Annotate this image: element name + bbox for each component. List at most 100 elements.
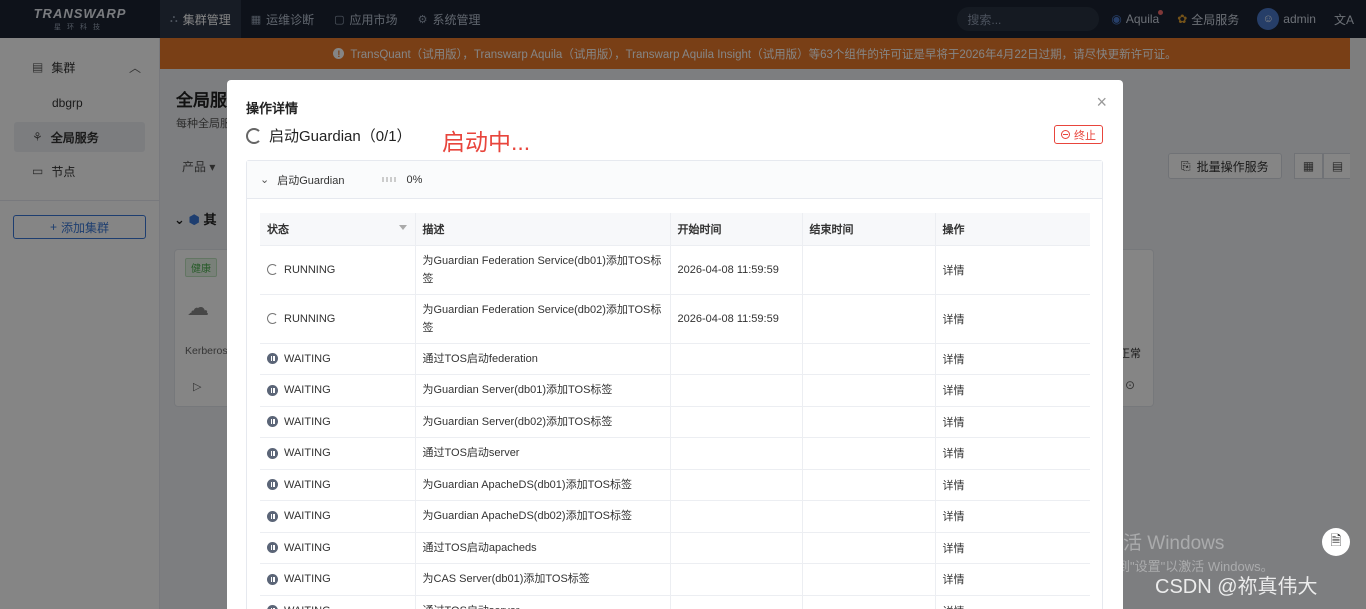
waiting-pause-icon: [267, 510, 278, 522]
start-time-cell: 2026-04-08 11:59:59: [670, 294, 803, 344]
table-row: RUNNING 为Guardian Federation Service(db02…: [260, 294, 1090, 344]
action-link[interactable]: 详情: [935, 437, 1090, 470]
status-content: WAITING: [267, 416, 415, 428]
operation-details-modal: 操作详情 × 启动Guardian（0/1） 启动中... 终止 ⌄ 启动Gua…: [227, 80, 1123, 609]
table-row: WAITING 为Guardian Server(db01)添加TOS标签 详情: [260, 374, 1090, 407]
stop-icon: [1061, 130, 1070, 139]
status-text: WAITING: [284, 510, 331, 522]
start-time-cell: [670, 343, 803, 375]
running-spinner-icon: [267, 313, 278, 324]
column-label: 描述: [422, 223, 445, 236]
start-time-cell: [670, 500, 803, 533]
status-cell: WAITING: [260, 469, 416, 501]
status-cell: WAITING: [260, 532, 416, 564]
start-time-cell: [670, 406, 803, 438]
status-text: WAITING: [284, 605, 331, 609]
action-link[interactable]: 详情: [935, 500, 1090, 533]
close-icon[interactable]: ×: [1096, 93, 1107, 111]
task-panel: ⌄ 启动Guardian 0% 状态 描述 开始时间 结束时间 操作 RUNNI…: [246, 160, 1103, 609]
end-time-cell: [802, 374, 936, 407]
waiting-pause-icon: [267, 573, 278, 585]
document-icon[interactable]: 🗎: [1322, 528, 1350, 556]
description-cell: 为Guardian ApacheDS(db02)添加TOS标签: [415, 500, 671, 533]
stop-label: 终止: [1074, 129, 1096, 142]
table-row: WAITING 为Guardian Server(db02)添加TOS标签 详情: [260, 406, 1090, 438]
column-label: 结束时间: [809, 223, 854, 236]
table-row: WAITING 通过TOS启动apacheds 详情: [260, 532, 1090, 564]
action-link[interactable]: 详情: [935, 595, 1090, 609]
status-content: WAITING: [267, 384, 415, 396]
table-row: WAITING 为Guardian ApacheDS(db01)添加TOS标签 详情: [260, 469, 1090, 501]
status-content: RUNNING: [267, 313, 415, 325]
task-name: 启动Guardian: [277, 174, 345, 187]
action-link[interactable]: 详情: [935, 406, 1090, 438]
end-time-cell: [802, 563, 936, 596]
end-time-cell: [802, 469, 936, 501]
waiting-pause-icon: [267, 479, 278, 490]
status-content: WAITING: [267, 605, 415, 609]
chevron-down-icon: ⌄: [260, 174, 270, 186]
end-time-cell: [802, 294, 936, 344]
status-cell: WAITING: [260, 500, 416, 533]
operation-name: 启动Guardian（0/1）: [269, 128, 412, 145]
loading-spinner-icon: [246, 127, 262, 144]
end-time-cell: [802, 343, 936, 375]
end-time-cell: [802, 245, 936, 295]
modal-title: 操作详情: [246, 101, 299, 116]
description-cell: 为Guardian Federation Service(db01)添加TOS标…: [415, 245, 671, 295]
action-link[interactable]: 详情: [935, 563, 1090, 596]
action-link[interactable]: 详情: [935, 469, 1090, 501]
status-content: WAITING: [267, 353, 415, 365]
column-action: 操作: [935, 213, 1090, 246]
action-link[interactable]: 详情: [935, 343, 1090, 375]
running-spinner-icon: [267, 264, 278, 275]
status-cell: WAITING: [260, 343, 416, 375]
column-status: 状态: [260, 213, 416, 246]
table-row: WAITING 通过TOS启动server 详情: [260, 437, 1090, 470]
operation-header: 启动Guardian（0/1）: [246, 125, 412, 146]
task-header[interactable]: ⌄ 启动Guardian 0%: [247, 161, 1102, 199]
task-progress-bar: [382, 177, 399, 182]
filter-icon[interactable]: [398, 225, 407, 230]
start-time-cell: [670, 532, 803, 564]
action-link[interactable]: 详情: [935, 532, 1090, 564]
status-cell: WAITING: [260, 406, 416, 438]
description-cell: 为Guardian ApacheDS(db01)添加TOS标签: [415, 469, 671, 501]
column-desc: 描述: [415, 213, 671, 246]
subtask-table: 状态 描述 开始时间 结束时间 操作 RUNNING 为Guardian Fede…: [260, 213, 1090, 609]
status-text: WAITING: [284, 352, 331, 365]
status-cell: WAITING: [260, 437, 416, 470]
waiting-pause-icon: [267, 605, 278, 609]
stop-button[interactable]: 终止: [1054, 125, 1103, 144]
start-time-cell: [670, 437, 803, 470]
waiting-pause-icon: [267, 447, 278, 459]
status-text: WAITING: [284, 384, 331, 396]
status-text: WAITING: [284, 573, 331, 585]
waiting-pause-icon: [267, 416, 278, 427]
action-link[interactable]: 详情: [935, 245, 1090, 295]
column-end: 结束时间: [802, 213, 936, 246]
status-text: RUNNING: [284, 263, 336, 276]
status-cell: RUNNING: [260, 294, 416, 344]
status-content: WAITING: [267, 573, 415, 585]
column-label: 状态: [267, 223, 289, 236]
description-cell: 为Guardian Server(db01)添加TOS标签: [415, 374, 671, 407]
end-time-cell: [802, 532, 936, 564]
waiting-pause-icon: [267, 542, 278, 553]
start-time-cell: [670, 469, 803, 501]
description-cell: 通过TOS启动apacheds: [415, 532, 671, 564]
status-content: WAITING: [267, 447, 415, 459]
action-link[interactable]: 详情: [935, 374, 1090, 407]
action-link[interactable]: 详情: [935, 294, 1090, 344]
task-percent: 0%: [406, 173, 423, 186]
description-cell: 为Guardian Federation Service(db02)添加TOS标…: [415, 294, 671, 344]
start-time-cell: [670, 563, 803, 596]
status-text: WAITING: [284, 447, 331, 459]
table-row: WAITING 为Guardian ApacheDS(db02)添加TOS标签 详情: [260, 500, 1090, 533]
status-cell: WAITING: [260, 595, 416, 609]
csdn-watermark: CSDN @祢真伟大: [1155, 576, 1318, 598]
end-time-cell: [802, 406, 936, 438]
waiting-pause-icon: [267, 353, 278, 364]
column-label: 操作: [942, 223, 965, 236]
table-header-row: 状态 描述 开始时间 结束时间 操作: [260, 213, 1090, 246]
